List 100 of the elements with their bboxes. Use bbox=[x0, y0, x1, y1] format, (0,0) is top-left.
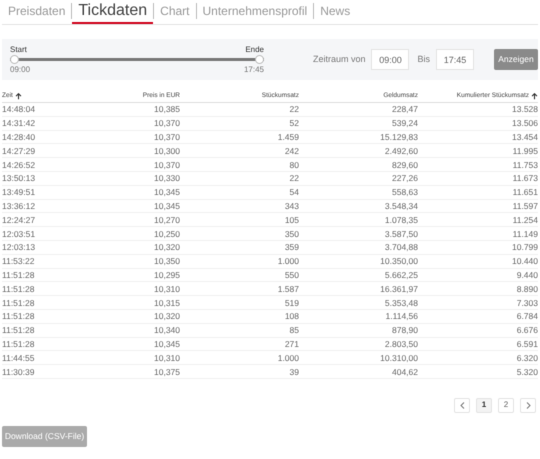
table-cell-text: 22 bbox=[288, 172, 299, 184]
to-label: Bis bbox=[417, 52, 430, 66]
table-cell-text: 10,310 bbox=[153, 282, 180, 295]
table-cell-text: 519 bbox=[284, 296, 299, 309]
table-cell-text: 10.350,00 bbox=[379, 255, 418, 268]
table-cell-text: 227,26 bbox=[391, 172, 418, 184]
slider-time: 17:45 bbox=[244, 64, 264, 76]
table-cell-text: 5.320 bbox=[516, 366, 538, 378]
slider-time: 09:00 bbox=[10, 64, 30, 76]
table-cell-text: 10,300 bbox=[153, 144, 180, 157]
sort-arrow-icon bbox=[531, 92, 538, 100]
table-cell-text: 10,315 bbox=[153, 296, 180, 309]
table-cell-text: 539,24 bbox=[391, 117, 418, 130]
table-cell-text: 1.078,35 bbox=[384, 214, 418, 226]
table-cell-text: 11:53:22 bbox=[2, 255, 36, 268]
table-cell-text: 11:51:28 bbox=[2, 296, 36, 309]
table-cell-text: 9.440 bbox=[516, 268, 538, 281]
table-cell-text: 11.254 bbox=[512, 214, 538, 226]
table-cell-text: 10,385 bbox=[153, 103, 180, 116]
previous-page-button[interactable] bbox=[454, 398, 470, 413]
table-cell-text: 10,375 bbox=[153, 366, 180, 378]
table-cell-text: 404,62 bbox=[391, 366, 418, 378]
table-cell-text: 3.548,34 bbox=[384, 200, 418, 212]
table-cell-text: 5.662,25 bbox=[384, 268, 418, 281]
table-cell-text: 11.753 bbox=[512, 158, 538, 171]
table-cell-text: 343 bbox=[284, 200, 299, 212]
table-cell-text: 13:50:13 bbox=[2, 172, 36, 184]
table-cell-text: 11:51:28 bbox=[2, 338, 36, 350]
table-cell-text: 10,295 bbox=[153, 268, 180, 281]
table-cell-text: 11:30:39 bbox=[2, 366, 36, 378]
table-cell-text: 11.149 bbox=[512, 228, 538, 240]
tab[interactable]: Tickdaten bbox=[72, 0, 154, 24]
table-cell-text: 13.506 bbox=[511, 117, 538, 130]
page-button[interactable]: 1 bbox=[476, 398, 492, 413]
table-cell-text: 10,370 bbox=[153, 158, 180, 171]
table-cell-text: 878,90 bbox=[391, 324, 418, 336]
table-cell-text: 13.454 bbox=[511, 130, 538, 143]
to-time-field[interactable]: 17:45 bbox=[436, 49, 474, 70]
table-cell-text: 10,370 bbox=[153, 130, 180, 143]
table-cell-text: 14:48:04 bbox=[2, 103, 36, 116]
table-cell-text: 11:51:28 bbox=[2, 282, 36, 295]
table-cell-text: 10,345 bbox=[153, 200, 180, 212]
show-button[interactable]: Anzeigen bbox=[494, 49, 538, 70]
table-cell-text: 242 bbox=[284, 144, 299, 157]
table-cell-text: 8.890 bbox=[516, 282, 538, 295]
table-cell-text: 105 bbox=[284, 214, 299, 226]
table-cell-text: 6.784 bbox=[516, 310, 538, 322]
table-cell-text: 558,63 bbox=[391, 186, 418, 198]
table-cell-text: 3.704,88 bbox=[384, 241, 418, 254]
table-cell-text: 1.114,56 bbox=[384, 310, 418, 322]
table-cell-text: 2.492,60 bbox=[384, 144, 418, 157]
slider-handle[interactable] bbox=[10, 54, 19, 64]
slider-handle[interactable] bbox=[255, 54, 264, 64]
table-cell-text: 10,270 bbox=[153, 214, 180, 226]
table-cell-text: 12:03:13 bbox=[2, 241, 36, 254]
table-cell-text: 10,340 bbox=[153, 324, 180, 336]
table-cell-text: 228,47 bbox=[391, 103, 418, 116]
chevron-right-icon bbox=[526, 402, 530, 409]
table-cell-text: 10.310,00 bbox=[379, 352, 418, 364]
table-cell-text: 14:27:29 bbox=[2, 144, 36, 157]
table-cell-text: 10,330 bbox=[153, 172, 180, 184]
table-cell-text: 550 bbox=[284, 268, 299, 281]
table-cell-text: 11:51:28 bbox=[2, 268, 36, 281]
chevron-left-icon bbox=[460, 402, 464, 409]
table-cell-text: 271 bbox=[284, 338, 299, 350]
table-cell-text: 85 bbox=[288, 324, 299, 336]
next-page-button[interactable] bbox=[520, 398, 536, 413]
table-cell-text: 54 bbox=[288, 186, 299, 198]
page-button[interactable]: 2 bbox=[498, 398, 514, 413]
table-cell-text: 10,310 bbox=[153, 352, 180, 364]
table-cell-text: 15.129,83 bbox=[379, 130, 418, 143]
table-cell-text: 13:49:51 bbox=[2, 186, 36, 198]
table-cell-text: 359 bbox=[284, 241, 299, 254]
table-cell-text: 1.587 bbox=[276, 282, 299, 295]
table-cell-text: 2.803,50 bbox=[384, 338, 418, 350]
table-cell-text: 14:28:40 bbox=[2, 130, 36, 143]
from-label: Zeitraum von bbox=[312, 52, 366, 66]
table-cell-text: 39 bbox=[288, 366, 299, 378]
table-cell-text: 10,350 bbox=[153, 255, 180, 268]
slider-label: Ende bbox=[245, 44, 264, 56]
table-cell-text: 10,320 bbox=[153, 241, 180, 254]
table-cell-text: 10,320 bbox=[153, 310, 180, 322]
table-cell-text: 350 bbox=[284, 228, 299, 240]
from-time-field[interactable]: 09:00 bbox=[371, 49, 410, 70]
table-cell-text: 13:36:12 bbox=[2, 200, 36, 212]
table-cell-text: 52 bbox=[288, 117, 299, 130]
slider-label: Start bbox=[10, 44, 27, 56]
table-cell-text: 6.676 bbox=[516, 324, 538, 336]
table-cell-text: 14:26:52 bbox=[2, 158, 36, 171]
table-cell-text: 16.361,97 bbox=[379, 282, 418, 295]
table-cell-text: 6.591 bbox=[516, 338, 538, 350]
table-cell-text: 11.651 bbox=[512, 186, 538, 198]
table-cell-text: 1.000 bbox=[276, 255, 299, 268]
table-cell-text: 108 bbox=[284, 310, 299, 322]
table-cell-text: 3.587,50 bbox=[384, 228, 418, 240]
table-cell-text: 10,370 bbox=[153, 117, 180, 130]
table-cell-text: 22 bbox=[288, 103, 299, 116]
table-cell-text: 6.320 bbox=[516, 352, 538, 364]
table-cell-text: 829,60 bbox=[391, 158, 418, 171]
table-cell-text: 5.353,48 bbox=[384, 296, 418, 309]
